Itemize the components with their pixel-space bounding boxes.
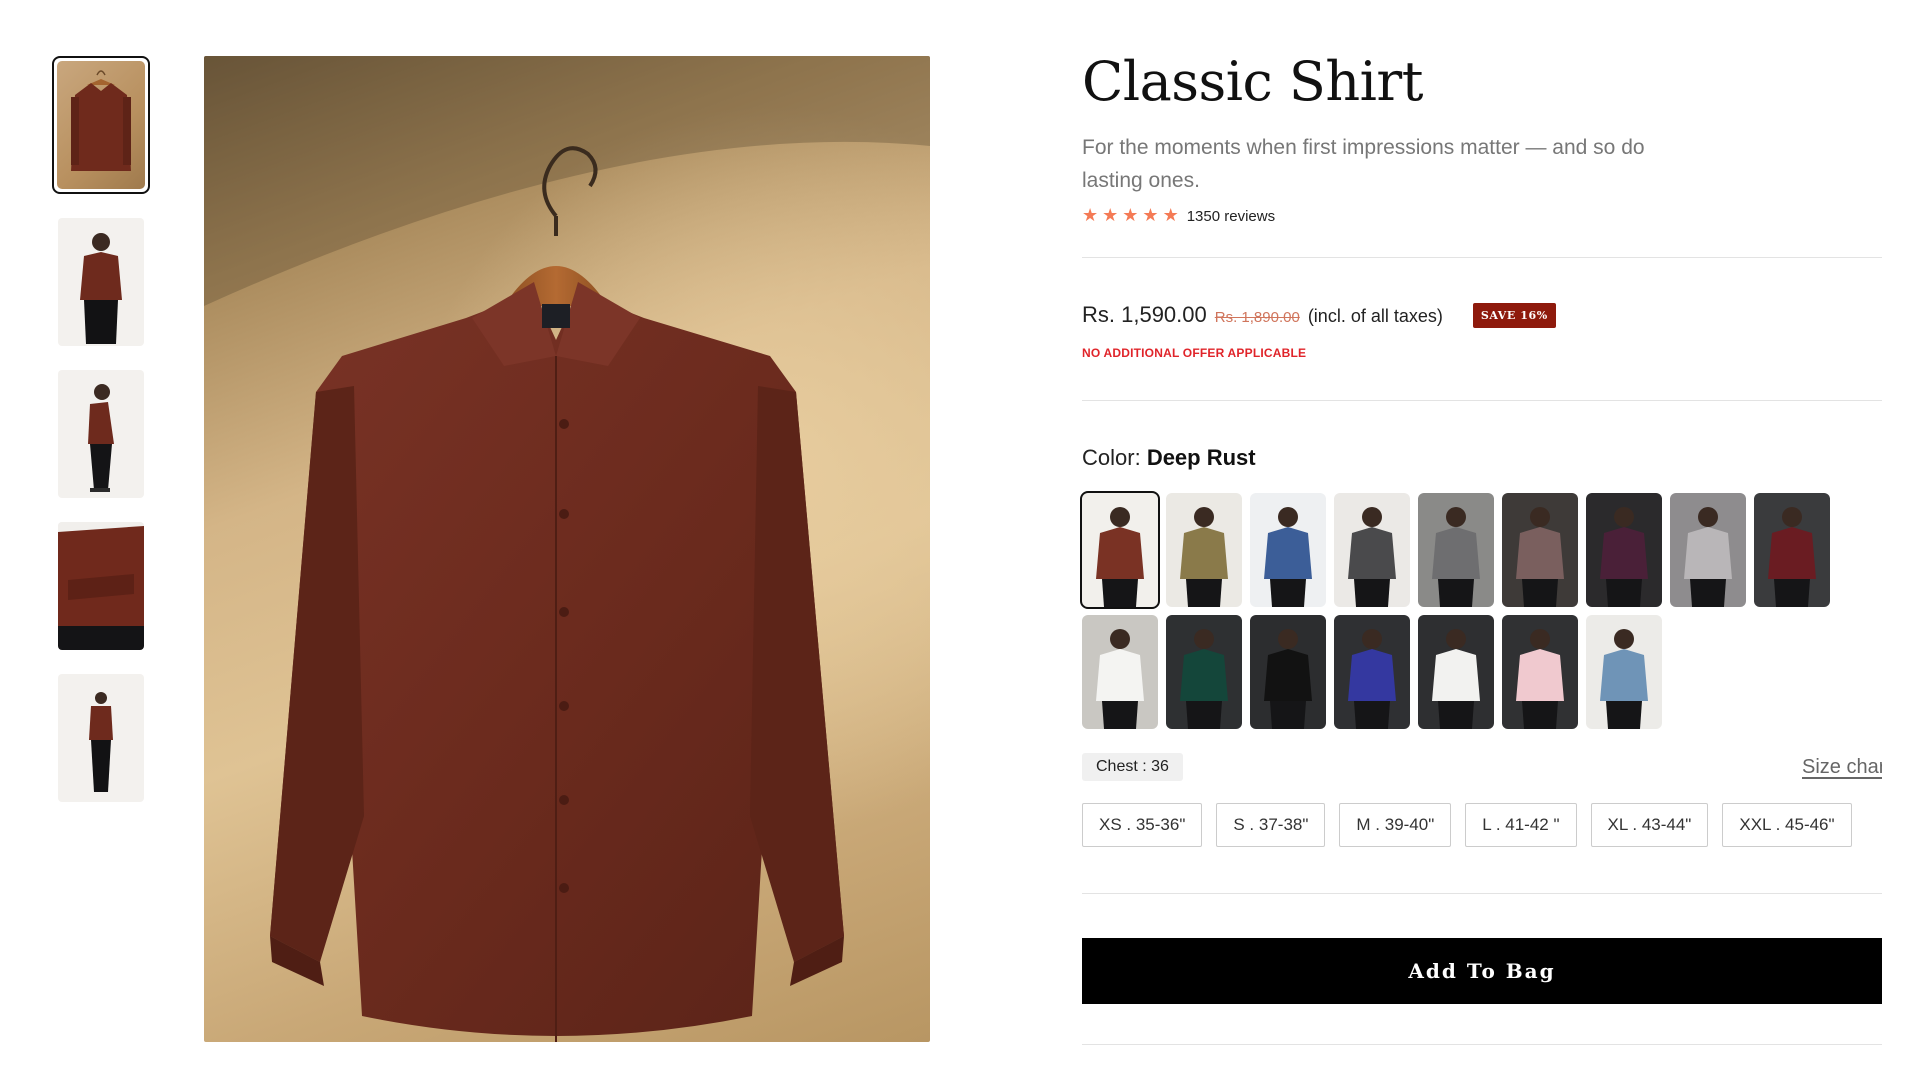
star-icon: ★ [1082,205,1099,226]
save-badge: SAVE 16% [1472,302,1556,328]
color-swatch-white[interactable] [1082,615,1158,729]
star-icon: ★ [1142,205,1159,226]
thumbnail-strip [52,56,150,826]
color-swatch-black[interactable] [1250,615,1326,729]
color-swatch-white-2[interactable] [1418,615,1494,729]
color-swatch-royal-blue[interactable] [1250,493,1326,607]
color-swatch-deep-rust[interactable] [1080,491,1160,609]
size-option[interactable]: XL . 43-44" [1590,803,1709,847]
divider [1082,257,1882,258]
product-page: Classic Shirt For the moments when first… [0,0,1920,1080]
add-to-bag-button[interactable]: Add To Bag [1082,938,1882,1004]
original-price: Rs. 1,890.00 [1214,309,1300,326]
divider [1082,1044,1882,1045]
main-product-image [204,56,930,1042]
size-option[interactable]: M . 39-40" [1339,803,1452,847]
size-option[interactable]: XS . 35-36" [1082,803,1203,847]
tax-note: (incl. of all taxes) [1307,306,1443,326]
divider [1082,893,1882,894]
price-row: Rs. 1,590.00 Rs. 1,890.00 (incl. of all … [1082,302,1882,328]
selected-color-name: Deep Rust [1146,445,1256,470]
sale-price: Rs. 1,590.00 [1082,302,1207,327]
thumbnail-model-full[interactable] [58,674,144,802]
star-icon: ★ [1162,205,1179,226]
color-swatch-purple[interactable] [1586,493,1662,607]
size-option[interactable]: XXL . 45-46" [1722,803,1852,847]
color-label-row: Color: Deep Rust [1082,445,1882,471]
color-swatch-light-grey[interactable] [1670,493,1746,607]
size-options: XS . 35-36" S . 37-38" M . 39-40" L . 41-42… [1082,803,1882,847]
color-swatch-pink[interactable] [1502,615,1578,729]
rating[interactable]: ★ ★ ★ ★ ★ 1350 reviews [1082,207,1882,225]
thumbnail-model-front[interactable] [58,218,144,346]
product-title: Classic Shirt [1082,50,1423,113]
product-subtitle: For the moments when first impressions m… [1082,136,1645,192]
color-swatch-sky-blue[interactable] [1586,615,1662,729]
chest-chip: Chest : 36 [1082,753,1183,781]
star-icon: ★ [1102,205,1119,226]
color-label: Color: [1082,445,1141,470]
color-swatch-mauve-taupe[interactable] [1502,493,1578,607]
color-swatch-bottle-green[interactable] [1166,615,1242,729]
thumbnail-model-side[interactable] [58,370,144,498]
color-swatch-maroon[interactable] [1754,493,1830,607]
color-swatch-grey[interactable] [1418,493,1494,607]
color-swatches [1080,491,1842,729]
color-swatch-olive[interactable] [1166,493,1242,607]
color-swatch-electric-blue[interactable] [1334,615,1410,729]
size-chart-link[interactable]: Size chart [1802,756,1882,779]
star-icon: ★ [1122,205,1139,226]
reviews-count[interactable]: 1350 reviews [1187,208,1275,225]
color-swatch-charcoal-grey[interactable] [1334,493,1410,607]
divider [1082,400,1882,401]
size-option[interactable]: S . 37-38" [1216,803,1326,847]
thumbnail-hanger-front[interactable] [52,56,150,194]
offer-note: NO ADDITIONAL OFFER APPLICABLE [1082,346,1307,360]
size-option[interactable]: L . 41-42 " [1465,803,1577,847]
thumbnail-model-closeup[interactable] [58,522,144,650]
chest-row: Chest : 36 Size chart [1082,753,1882,781]
product-details: Classic Shirt For the moments when first… [1080,50,1882,1045]
